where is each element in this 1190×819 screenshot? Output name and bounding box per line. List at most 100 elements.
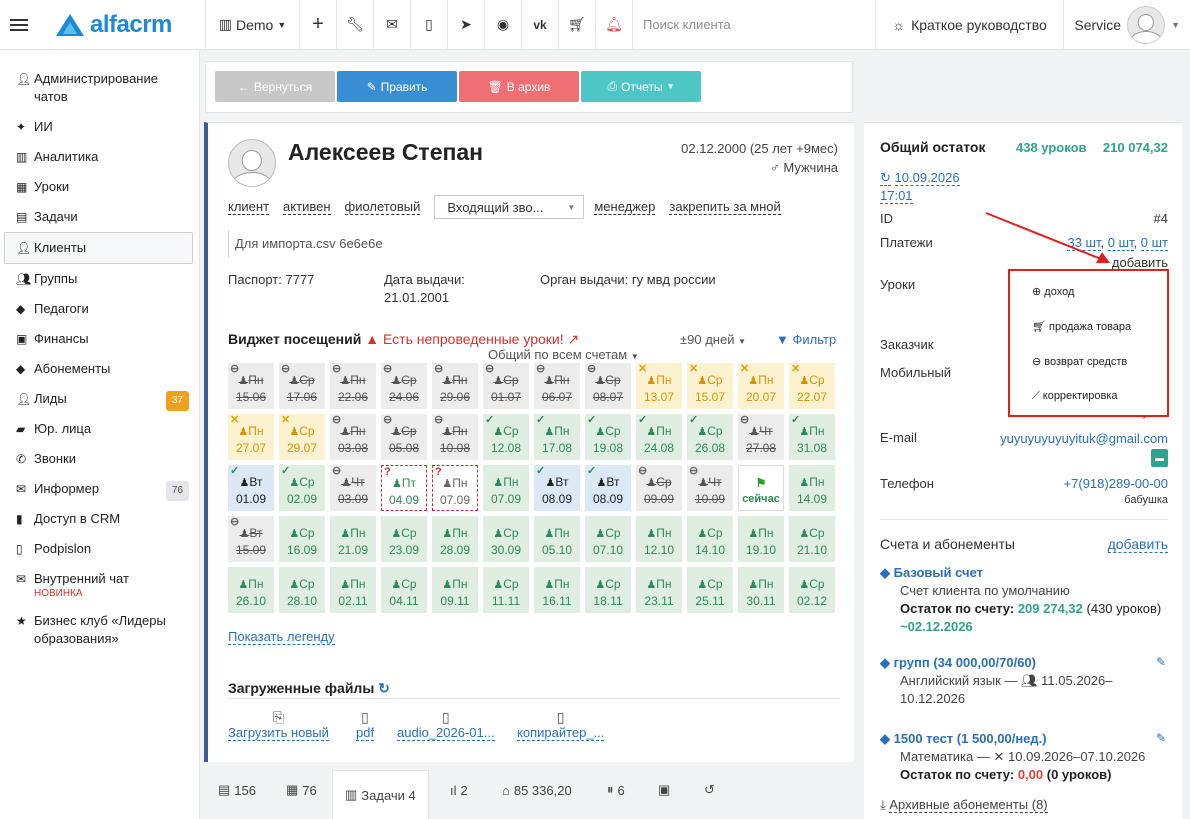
file-item[interactable]: ▯ pdf bbox=[356, 709, 375, 741]
attendance-cell[interactable]: ✓ ♟Пн 17.08 bbox=[534, 414, 580, 460]
tab-pauses[interactable]: ⏸︎ 6 bbox=[607, 770, 625, 810]
attendance-cell[interactable]: ♟Ср 23.09 bbox=[381, 516, 427, 562]
attendance-cell[interactable]: ⊖ ♟Ср 05.08 bbox=[381, 414, 427, 460]
add-payment-link[interactable]: добавить bbox=[1111, 255, 1168, 271]
refresh-icon[interactable]: ↻ bbox=[378, 680, 390, 696]
attendance-cell[interactable]: ⊖ ♟Ср 24.06 bbox=[381, 363, 427, 409]
attendance-cell[interactable]: ✓ ♟Вт 08.09 bbox=[534, 465, 580, 511]
attendance-cell[interactable]: ♟Пн 26.10 bbox=[228, 567, 274, 613]
sidebar-item[interactable]: ★ Бизнес клуб «Лидеры образования» bbox=[0, 606, 199, 654]
attendance-cell[interactable]: ♟Пн 23.11 bbox=[636, 567, 682, 613]
base-account-title[interactable]: Базовый счет bbox=[894, 565, 983, 580]
attendance-cell[interactable]: ⊖ ♟Чт 27.08 bbox=[738, 414, 784, 460]
tab-money[interactable]: ▣ bbox=[658, 770, 670, 810]
envelope-icon[interactable]: ✉ bbox=[374, 0, 411, 50]
attendance-cell[interactable]: ⊖ ♟Пн 03.08 bbox=[330, 414, 376, 460]
menu-item-income[interactable]: ⊕ доход bbox=[1032, 285, 1074, 298]
wrench-icon[interactable]: 🔧︎ bbox=[337, 0, 374, 50]
attendance-cell[interactable]: ✓ ♟Ср 26.08 bbox=[687, 414, 733, 460]
attendance-cell[interactable]: ♟Пн 14.09 bbox=[789, 465, 835, 511]
attendance-cell[interactable]: ⊖ ♟Вт 15.09 bbox=[228, 516, 274, 562]
attendance-cell[interactable]: ? ♟Пн 07.09 bbox=[432, 465, 478, 511]
attendance-cell[interactable]: ✕ ♟Ср 22.07 bbox=[789, 363, 835, 409]
sidebar-item[interactable]: ✆ Звонки bbox=[0, 444, 199, 474]
tag-status[interactable]: активен bbox=[283, 199, 331, 215]
sidebar-item[interactable]: ◆ Педагоги bbox=[0, 294, 199, 324]
add-account-link[interactable]: добавить bbox=[1107, 536, 1168, 553]
tag-color[interactable]: фиолетовый bbox=[344, 199, 421, 215]
tag-client[interactable]: клиент bbox=[228, 199, 270, 215]
attendance-cell[interactable]: ♟Пн 21.09 bbox=[330, 516, 376, 562]
sidebar-item[interactable]: ▤ Задачи bbox=[0, 202, 199, 232]
cart-icon[interactable]: 🛒︎ bbox=[559, 0, 596, 50]
attendance-cell[interactable]: ♟Пн 16.11 bbox=[534, 567, 580, 613]
sidebar-item[interactable]: 👤︎ Администрирование чатов bbox=[0, 64, 199, 112]
tab-notes[interactable]: ▤ 156 bbox=[218, 770, 256, 810]
archive-subscriptions-link[interactable]: ⤓ Архивные абонементы (8) bbox=[880, 797, 1048, 813]
bell-icon[interactable]: 🔔︎ bbox=[596, 0, 633, 50]
edit-button[interactable]: ✎ Править bbox=[337, 71, 457, 102]
attendance-cell[interactable]: ♟Ср 04.11 bbox=[381, 567, 427, 613]
archive-button[interactable]: 🗑︎ В архив bbox=[459, 71, 579, 102]
attendance-cell[interactable]: ⊖ ♟Ср 17.06 bbox=[279, 363, 325, 409]
tab-tasks[interactable]: ▥ Задачи 4 bbox=[332, 770, 429, 819]
attendance-cell[interactable]: ♟Ср 18.11 bbox=[585, 567, 631, 613]
upload-file[interactable]: ⎘ Загрузить новый bbox=[228, 709, 329, 741]
sidebar-item[interactable]: ▥ Аналитика bbox=[0, 142, 199, 172]
attendance-cell[interactable]: ♟Пн 05.10 bbox=[534, 516, 580, 562]
sidebar-item[interactable]: ✉ Внутренний чат НОВИНКА bbox=[0, 564, 199, 606]
branch-select[interactable]: ▥ Demo ▼ bbox=[206, 0, 300, 50]
user-menu[interactable]: Service ▼ bbox=[1064, 0, 1190, 50]
tab-payments[interactable]: ⌂ 85 336,20 bbox=[502, 770, 572, 810]
attendance-cell[interactable]: ♟Пн 09.11 bbox=[432, 567, 478, 613]
attendance-cell[interactable]: ♟Пн 19.10 bbox=[738, 516, 784, 562]
sidebar-item[interactable]: 👤︎ Лиды 37 bbox=[0, 384, 199, 414]
attendance-cell[interactable]: ⊖ ♟Ср 09.09 bbox=[636, 465, 682, 511]
account-scope-select[interactable]: Общий по всем счетам ▼ bbox=[488, 347, 639, 362]
attendance-cell[interactable]: ✕ ♟Пн 20.07 bbox=[738, 363, 784, 409]
reports-button[interactable]: ⎙ Отчеты ▼ bbox=[581, 71, 701, 102]
sidebar-item[interactable]: 👤︎ Клиенты bbox=[4, 232, 193, 264]
sidebar-item[interactable]: ▮ Доступ в CRM bbox=[0, 504, 199, 534]
group-subscription-title[interactable]: групп (34 000,00/70/60) bbox=[894, 655, 1036, 670]
sidebar-item[interactable]: ▣ Финансы bbox=[0, 324, 199, 354]
attendance-cell[interactable]: ♟Ср 30.09 bbox=[483, 516, 529, 562]
attendance-cell[interactable]: ✕ ♟Ср 29.07 bbox=[279, 414, 325, 460]
filter-button[interactable]: ▼ Фильтр bbox=[776, 332, 836, 347]
widget-warning[interactable]: Есть непроведенные уроки! bbox=[383, 331, 564, 347]
attendance-cell[interactable]: ♟Ср 16.09 bbox=[279, 516, 325, 562]
attendance-cell[interactable]: ✓ ♟Вт 08.09 bbox=[585, 465, 631, 511]
attendance-cell[interactable]: ♟Пн 30.11 bbox=[738, 567, 784, 613]
pin-link[interactable]: закрепить за мной bbox=[669, 199, 781, 215]
sidebar-item[interactable]: ▯ Podpislon bbox=[0, 534, 199, 564]
search-input[interactable]: Поиск клиента bbox=[633, 0, 876, 50]
attendance-cell[interactable]: ✕ ♟Пн 27.07 bbox=[228, 414, 274, 460]
attendance-cell[interactable]: ⊖ ♟Пн 22.06 bbox=[330, 363, 376, 409]
range-select[interactable]: ±90 дней ▼ bbox=[680, 332, 746, 347]
sidebar-item[interactable]: ◆ Абонементы bbox=[0, 354, 199, 384]
attendance-cell[interactable]: ♟Ср 21.10 bbox=[789, 516, 835, 562]
attendance-cell[interactable]: ♟Пн 12.10 bbox=[636, 516, 682, 562]
balance-date[interactable]: ↻ 10.09.2026 17:01 bbox=[880, 169, 960, 205]
attendance-cell[interactable]: ⊖ ♟Пн 29.06 bbox=[432, 363, 478, 409]
attendance-cell[interactable]: ⊖ ♟Пн 10.08 bbox=[432, 414, 478, 460]
attendance-cell[interactable]: ♟Ср 11.11 bbox=[483, 567, 529, 613]
file-item[interactable]: ▯ audio_2026-01... bbox=[397, 709, 495, 741]
payments-count[interactable]: 0 шт bbox=[1140, 235, 1168, 251]
attendance-cell[interactable]: ♟Ср 07.10 bbox=[585, 516, 631, 562]
attendance-cell[interactable]: ⊖ ♟Ср 08.07 bbox=[585, 363, 631, 409]
sidebar-item[interactable]: ▦ Уроки bbox=[0, 172, 199, 202]
attendance-cell[interactable]: ✕ ♟Пн 13.07 bbox=[636, 363, 682, 409]
menu-item-correction[interactable]: ⟋ корректировка bbox=[1032, 390, 1118, 403]
attendance-cell[interactable]: ♟Пн 02.11 bbox=[330, 567, 376, 613]
sidebar-item[interactable]: ✦ ИИ bbox=[0, 112, 199, 142]
attendance-cell[interactable]: ✓ ♟Ср 19.08 bbox=[585, 414, 631, 460]
attendance-cell[interactable]: ⊖ ♟Пн 06.07 bbox=[534, 363, 580, 409]
attendance-cell[interactable]: ♟Ср 14.10 bbox=[687, 516, 733, 562]
phone-value[interactable]: +7(918)289-00-00 bbox=[1064, 476, 1168, 491]
plus-icon[interactable]: + bbox=[300, 0, 337, 50]
attendance-cell[interactable]: ♟Ср 02.12 bbox=[789, 567, 835, 613]
menu-icon[interactable] bbox=[0, 0, 38, 50]
email-value[interactable]: yuyuyuyuyuyituk@gmail.com ▬ bbox=[998, 430, 1168, 467]
test-subscription-title[interactable]: 1500 тест (1 500,00/нед.) bbox=[894, 731, 1047, 746]
